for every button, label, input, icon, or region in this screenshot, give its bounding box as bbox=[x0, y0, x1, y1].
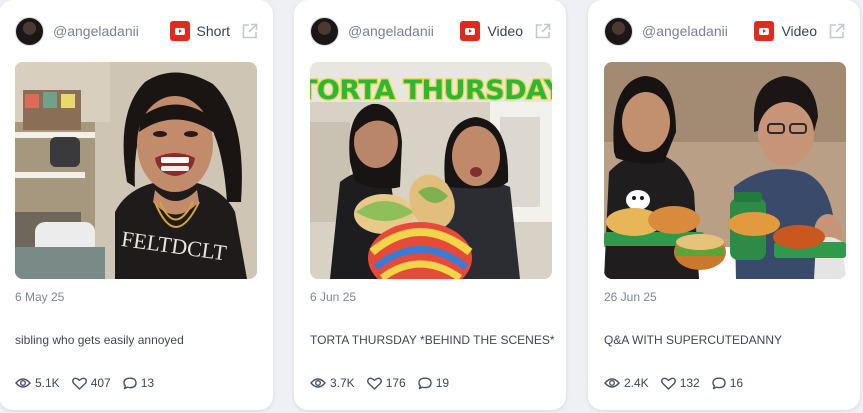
views-count: 5.1K bbox=[35, 376, 60, 390]
likes-count: 132 bbox=[679, 376, 700, 390]
post-caption: sibling who gets easily annoyed bbox=[15, 333, 184, 347]
comments-stat: 19 bbox=[418, 376, 449, 390]
post-type-label: Video bbox=[781, 23, 817, 39]
youtube-icon bbox=[169, 21, 190, 41]
likes-stat: 176 bbox=[366, 376, 406, 390]
post-date: 6 May 25 bbox=[15, 290, 65, 304]
thumbnail-title: TORTA THURSDAY bbox=[310, 75, 552, 106]
post-grid: @angeladanii Short FELTDCLT 6 May 25 sib… bbox=[0, 0, 863, 413]
post-card[interactable]: @angeladanii Short FELTDCLT 6 May 25 sib… bbox=[0, 0, 273, 410]
likes-count: 176 bbox=[385, 376, 406, 390]
post-caption: Q&A WITH SUPERCUTEDANNY bbox=[604, 333, 783, 347]
external-link-icon[interactable] bbox=[533, 22, 552, 41]
avatar[interactable] bbox=[604, 16, 633, 46]
views-stat: 3.7K bbox=[310, 376, 355, 390]
engagement-stats: 2.4K 132 16 bbox=[604, 376, 755, 390]
avatar[interactable] bbox=[310, 16, 339, 46]
likes-count: 407 bbox=[90, 376, 111, 390]
card-header: @angeladanii Video bbox=[310, 16, 552, 46]
heart-icon bbox=[71, 377, 87, 390]
comments-stat: 13 bbox=[123, 376, 154, 390]
engagement-stats: 3.7K 176 19 bbox=[310, 376, 461, 390]
avatar[interactable] bbox=[15, 16, 44, 46]
eye-icon bbox=[310, 378, 326, 388]
video-thumbnail[interactable] bbox=[604, 62, 846, 279]
likes-stat: 132 bbox=[660, 376, 700, 390]
creator-handle[interactable]: @angeladanii bbox=[53, 23, 170, 39]
comments-count: 19 bbox=[435, 376, 450, 390]
creator-handle[interactable]: @angeladanii bbox=[642, 23, 754, 39]
youtube-icon bbox=[754, 21, 775, 41]
eye-icon bbox=[604, 378, 620, 388]
card-header: @angeladanii Short bbox=[15, 16, 259, 46]
post-caption: TORTA THURSDAY *BEHIND THE SCENES* bbox=[310, 333, 555, 347]
youtube-icon bbox=[460, 21, 481, 41]
comment-icon bbox=[418, 377, 432, 389]
post-date: 26 Jun 25 bbox=[604, 290, 657, 304]
comment-icon bbox=[123, 377, 137, 389]
post-card[interactable]: @angeladanii Video 26 Jun 25 Q&A WITH SU… bbox=[588, 0, 860, 410]
creator-handle[interactable]: @angeladanii bbox=[348, 23, 460, 39]
post-type-label: Short bbox=[196, 23, 230, 39]
comments-stat: 16 bbox=[712, 376, 743, 390]
external-link-icon[interactable] bbox=[240, 22, 259, 41]
post-type-label: Video bbox=[487, 23, 523, 39]
engagement-stats: 5.1K 407 13 bbox=[15, 376, 166, 390]
eye-icon bbox=[15, 378, 31, 388]
views-stat: 2.4K bbox=[604, 376, 649, 390]
views-count: 3.7K bbox=[330, 376, 355, 390]
comments-count: 13 bbox=[140, 376, 155, 390]
heart-icon bbox=[660, 377, 676, 390]
heart-icon bbox=[366, 377, 382, 390]
comments-count: 16 bbox=[729, 376, 744, 390]
card-header: @angeladanii Video bbox=[604, 16, 846, 46]
external-link-icon[interactable] bbox=[827, 22, 846, 41]
views-count: 2.4K bbox=[624, 376, 649, 390]
comment-icon bbox=[712, 377, 726, 389]
post-date: 6 Jun 25 bbox=[310, 290, 357, 304]
views-stat: 5.1K bbox=[15, 376, 60, 390]
video-thumbnail[interactable]: TORTA THURSDAY bbox=[310, 62, 552, 279]
video-thumbnail[interactable]: FELTDCLT bbox=[15, 62, 257, 279]
post-card[interactable]: @angeladanii Video TORTA THURSDAY 6 Jun … bbox=[294, 0, 566, 410]
likes-stat: 407 bbox=[71, 376, 111, 390]
